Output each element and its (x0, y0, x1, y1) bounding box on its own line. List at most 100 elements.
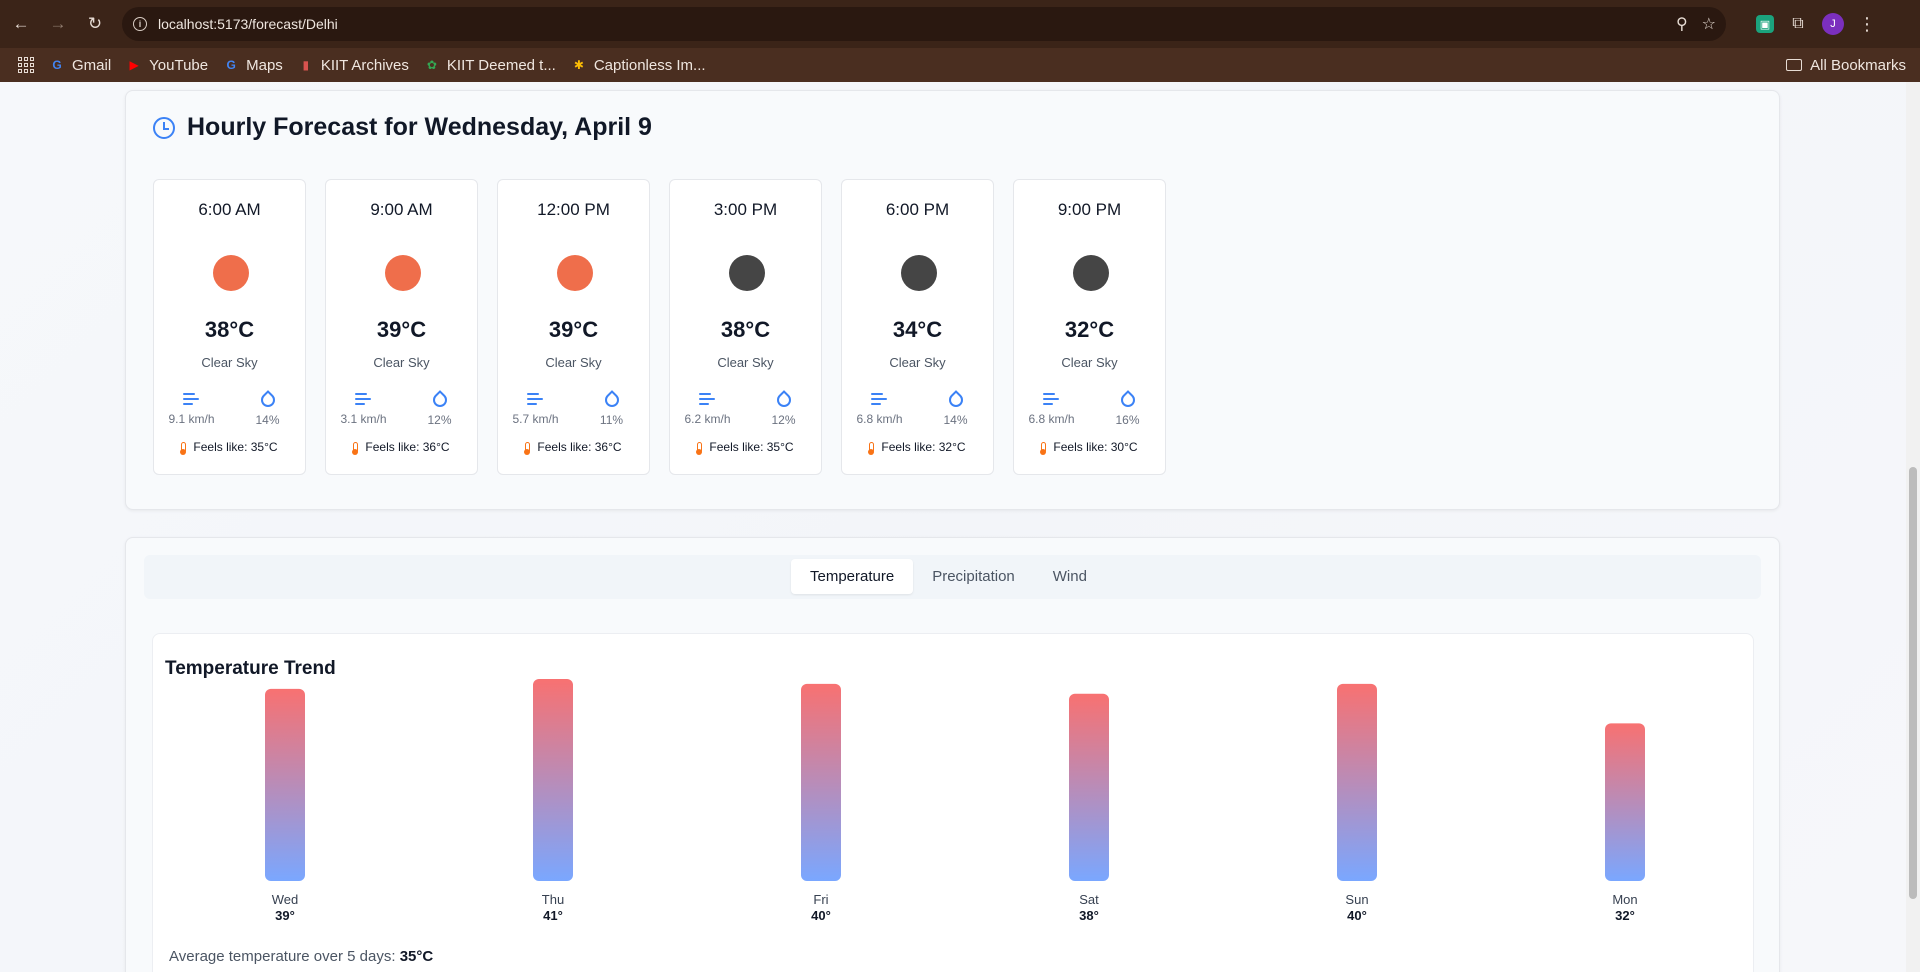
hour-condition: Clear Sky (373, 355, 430, 370)
bookmark-item[interactable]: ▮ KIIT Archives (298, 57, 409, 74)
day-temperature-label: 38° (1079, 908, 1099, 923)
extension-icon[interactable]: ▣ (1756, 15, 1774, 33)
extensions-puzzle-icon[interactable]: ⧉ (1788, 14, 1808, 34)
feels-like: Feels like: 32°C (842, 440, 993, 455)
humidity-value: 11% (599, 413, 624, 427)
average-temperature: Average temperature over 5 days: 35°C (169, 948, 433, 965)
zoom-icon[interactable]: ⚲ (1676, 14, 1688, 34)
wind-stat: 9.1 km/h (164, 392, 220, 427)
sun-icon (557, 255, 593, 291)
hourly-forecast-heading: Hourly Forecast for Wednesday, April 9 (153, 113, 652, 142)
humidity-stat: 12% (756, 390, 812, 427)
all-bookmarks-button[interactable]: All Bookmarks (1786, 48, 1906, 82)
site-info-icon[interactable]: i (133, 17, 147, 31)
feels-like: Feels like: 35°C (154, 440, 305, 455)
moon-icon (901, 255, 937, 291)
feels-like-value: Feels like: 30°C (1053, 440, 1138, 454)
humidity-stat: 14% (928, 390, 984, 427)
thermometer-icon (180, 441, 187, 455)
hourly-card: 6:00 PM 34°C Clear Sky 6.8 km/h 14% Feels lik… (841, 179, 994, 475)
bookmark-item[interactable]: G Gmail (49, 57, 111, 74)
day-temperature-label: 41° (543, 908, 563, 923)
bookmark-star-icon[interactable]: ☆ (1702, 14, 1716, 34)
reload-icon[interactable]: ↻ (79, 8, 111, 40)
day-label: Wed (272, 892, 299, 907)
day-label: Sun (1345, 892, 1368, 907)
apps-grid-icon[interactable] (18, 57, 34, 73)
wind-speed: 6.8 km/h (1028, 412, 1075, 426)
thermometer-icon (1040, 441, 1047, 455)
scrollbar-thumb[interactable] (1909, 467, 1917, 899)
address-bar[interactable]: i localhost:5173/forecast/Delhi ⚲ ☆ (122, 7, 1726, 41)
browser-menu-icon[interactable]: ⋮ (1858, 14, 1876, 35)
moon-icon (1073, 255, 1109, 291)
kiit-icon: ▮ (302, 58, 310, 72)
page-scrollbar[interactable] (1906, 82, 1920, 972)
temperature-bar-sun (1337, 683, 1377, 881)
wind-icon (870, 392, 889, 406)
hourly-card: 3:00 PM 38°C Clear Sky 6.2 km/h 12% Feels lik… (669, 179, 822, 475)
thermometer-icon (352, 441, 359, 455)
wind-stat: 3.1 km/h (336, 392, 392, 427)
hourly-list: 6:00 AM 38°C Clear Sky 9.1 km/h 14% Feels lik… (153, 179, 1166, 475)
chart-tabs: Temperature Precipitation Wind (144, 555, 1761, 599)
bookmark-label: KIIT Archives (320, 56, 409, 74)
bookmarks-bar: G Gmail ▶ YouTube G Maps ▮ KIIT Archives ✿ KIIT D… (0, 48, 1920, 82)
back-icon[interactable]: ← (5, 8, 37, 40)
feels-like: Feels like: 36°C (498, 440, 649, 455)
hour-condition: Clear Sky (889, 355, 946, 370)
folder-icon (1786, 59, 1803, 71)
humidity-value: 14% (255, 413, 280, 427)
wind-icon (526, 392, 545, 406)
humidity-value: 16% (1115, 413, 1140, 427)
wind-icon (182, 392, 201, 406)
hour-time: 3:00 PM (713, 200, 778, 219)
thermometer-icon (696, 441, 703, 455)
temperature-bar-sat (1069, 693, 1109, 881)
sun-icon (213, 255, 249, 291)
wind-stat: 6.8 km/h (1024, 392, 1080, 427)
trend-card: Temperature Precipitation Wind Wed 39° Thu 41… (125, 537, 1780, 972)
tab-wind[interactable]: Wind (1034, 559, 1106, 594)
hourly-card: 6:00 AM 38°C Clear Sky 9.1 km/h 14% Feels lik… (153, 179, 306, 475)
average-value: 35°C (399, 948, 434, 965)
google-icon: G (226, 58, 236, 72)
day-temperature-label: 39° (275, 908, 295, 923)
bookmark-item[interactable]: G Maps (223, 57, 282, 74)
address-url[interactable]: localhost:5173/forecast/Delhi (158, 16, 338, 32)
temperature-bar-mon (1605, 723, 1645, 881)
hour-condition: Clear Sky (717, 355, 774, 370)
feels-like-value: Feels like: 36°C (537, 440, 622, 454)
humidity-drop-icon (945, 390, 966, 410)
bookmark-item[interactable]: ✿ KIIT Deemed t... (424, 57, 556, 74)
temperature-chart: Wed39°Thu41°Fri40°Sat38°Sun40°Mon32° (265, 678, 1645, 923)
bookmark-item[interactable]: ▶ YouTube (126, 57, 209, 74)
bookmark-label: Captionless Im... (593, 56, 706, 74)
wind-speed: 3.1 km/h (340, 412, 387, 426)
wind-icon (354, 392, 373, 406)
humidity-value: 12% (427, 413, 452, 427)
humidity-stat: 16% (1100, 390, 1156, 427)
forward-icon[interactable]: → (42, 8, 74, 40)
wind-speed: 9.1 km/h (168, 412, 215, 426)
profile-avatar[interactable]: J (1822, 13, 1844, 35)
wind-icon (1042, 392, 1061, 406)
humidity-drop-icon (429, 390, 450, 410)
feels-like-value: Feels like: 32°C (881, 440, 966, 454)
feels-like-value: Feels like: 36°C (365, 440, 450, 454)
hourly-card: 9:00 AM 39°C Clear Sky 3.1 km/h 12% Feels lik… (325, 179, 478, 475)
hourly-forecast-card: Hourly Forecast for Wednesday, April 9 6… (125, 90, 1780, 510)
tab-precipitation[interactable]: Precipitation (913, 559, 1034, 594)
feels-like-value: Feels like: 35°C (193, 440, 278, 454)
humidity-stat: 14% (240, 390, 296, 427)
bookmark-label: Gmail (72, 56, 112, 74)
humidity-stat: 12% (412, 390, 468, 427)
hour-condition: Clear Sky (201, 355, 258, 370)
bookmark-item[interactable]: ✱ Captionless Im... (571, 57, 706, 74)
wind-speed: 5.7 km/h (512, 412, 559, 426)
page-content: Hourly Forecast for Wednesday, April 9 6… (0, 82, 1906, 972)
feels-like: Feels like: 35°C (670, 440, 821, 455)
hourly-card: 12:00 PM 39°C Clear Sky 5.7 km/h 11% Feels li… (497, 179, 650, 475)
tab-temperature[interactable]: Temperature (791, 559, 914, 594)
thermometer-icon (524, 441, 531, 455)
